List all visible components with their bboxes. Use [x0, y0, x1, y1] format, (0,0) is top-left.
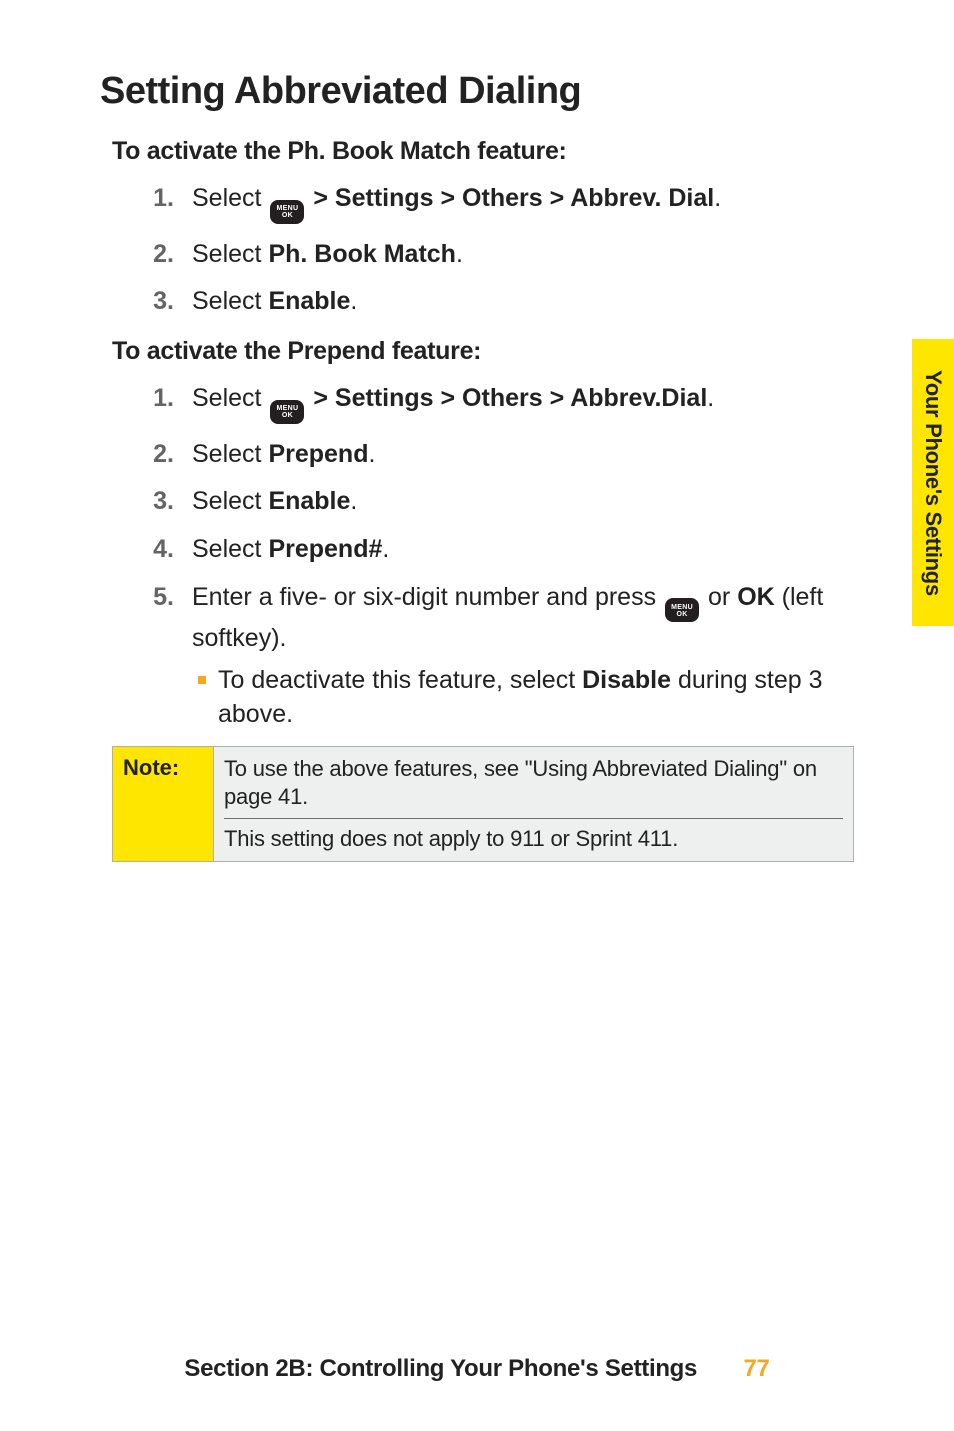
step-number: 5 [134, 581, 174, 615]
page-title: Setting Abbreviated Dialing [100, 70, 864, 113]
text: To deactivate this feature, select [218, 666, 582, 694]
menu-icon-line1: MENU [671, 604, 693, 611]
procedure-1-steps: 1 Select MENU OK > Settings > Others > A… [100, 182, 864, 319]
section-tab-label: Your Phone's Settings [920, 370, 946, 596]
procedure-1-title: To activate the Ph. Book Match feature: [112, 137, 864, 166]
step-number: 2 [134, 438, 174, 472]
text: . [368, 440, 375, 468]
page-number: 77 [743, 1355, 769, 1382]
sub-bullet-list: To deactivate this feature, select Disab… [174, 664, 864, 732]
step: 1 Select MENU OK > Settings > Others > A… [182, 382, 864, 424]
step: 5 Enter a five- or six-digit number and … [182, 581, 864, 732]
step: 3 Select Enable. [182, 485, 864, 519]
note-label: Note: [113, 746, 214, 862]
step-number: 3 [134, 485, 174, 519]
text: . [382, 535, 389, 563]
note-line: To use the above features, see "Using Ab… [224, 755, 843, 812]
text: Select [192, 384, 268, 412]
option-name: Ph. Book Match [268, 240, 456, 268]
option-name: Prepend# [268, 535, 382, 563]
page: Setting Abbreviated Dialing To activate … [0, 0, 954, 1431]
menu-icon-line2: OK [282, 412, 293, 419]
step: 2 Select Ph. Book Match. [182, 238, 864, 272]
text: . [714, 184, 721, 212]
step-number: 1 [134, 182, 174, 216]
note-line: This setting does not apply to 911 or Sp… [224, 825, 843, 854]
text: Select [192, 287, 268, 315]
text: Select [192, 535, 268, 563]
step-number: 3 [134, 285, 174, 319]
step: 4 Select Prepend#. [182, 533, 864, 567]
text: Select [192, 440, 268, 468]
option-name: Enable [268, 487, 350, 515]
menu-icon-line2: OK [676, 611, 687, 618]
procedure-2-steps: 1 Select MENU OK > Settings > Others > A… [100, 382, 864, 732]
text: . [350, 487, 357, 515]
menu-icon-line1: MENU [277, 405, 299, 412]
menu-path: > Settings > Others > Abbrev.Dial [313, 384, 707, 412]
option-name: Disable [582, 666, 671, 694]
text: Enter a five- or six-digit number and pr… [192, 583, 663, 611]
footer-text: Section 2B: Controlling Your Phone's Set… [184, 1355, 697, 1382]
step: 3 Select Enable. [182, 285, 864, 319]
menu-ok-icon: MENU OK [665, 598, 699, 622]
procedure-2-title: To activate the Prepend feature: [112, 337, 864, 366]
option-name: Prepend [268, 440, 368, 468]
text: or [708, 583, 737, 611]
text: Select [192, 487, 268, 515]
text: Select [192, 184, 268, 212]
text: Select [192, 240, 268, 268]
option-name: Enable [268, 287, 350, 315]
text: . [456, 240, 463, 268]
menu-icon-line2: OK [282, 212, 293, 219]
menu-ok-icon: MENU OK [270, 400, 304, 424]
note-body: To use the above features, see "Using Ab… [214, 746, 854, 862]
menu-ok-icon: MENU OK [270, 200, 304, 224]
step: 1 Select MENU OK > Settings > Others > A… [182, 182, 864, 224]
text: . [350, 287, 357, 315]
menu-path: > Settings > Others > Abbrev. Dial [313, 184, 714, 212]
softkey-name: OK [737, 583, 775, 611]
sub-bullet-item: To deactivate this feature, select Disab… [174, 664, 864, 732]
text: . [707, 384, 714, 412]
step-number: 2 [134, 238, 174, 272]
note-box: Note: To use the above features, see "Us… [112, 746, 854, 863]
menu-icon-line1: MENU [277, 205, 299, 212]
step: 2 Select Prepend. [182, 438, 864, 472]
step-number: 4 [134, 533, 174, 567]
step-number: 1 [134, 382, 174, 416]
note-divider [224, 818, 843, 819]
section-tab: Your Phone's Settings [912, 339, 954, 626]
page-footer: Section 2B: Controlling Your Phone's Set… [0, 1355, 954, 1383]
